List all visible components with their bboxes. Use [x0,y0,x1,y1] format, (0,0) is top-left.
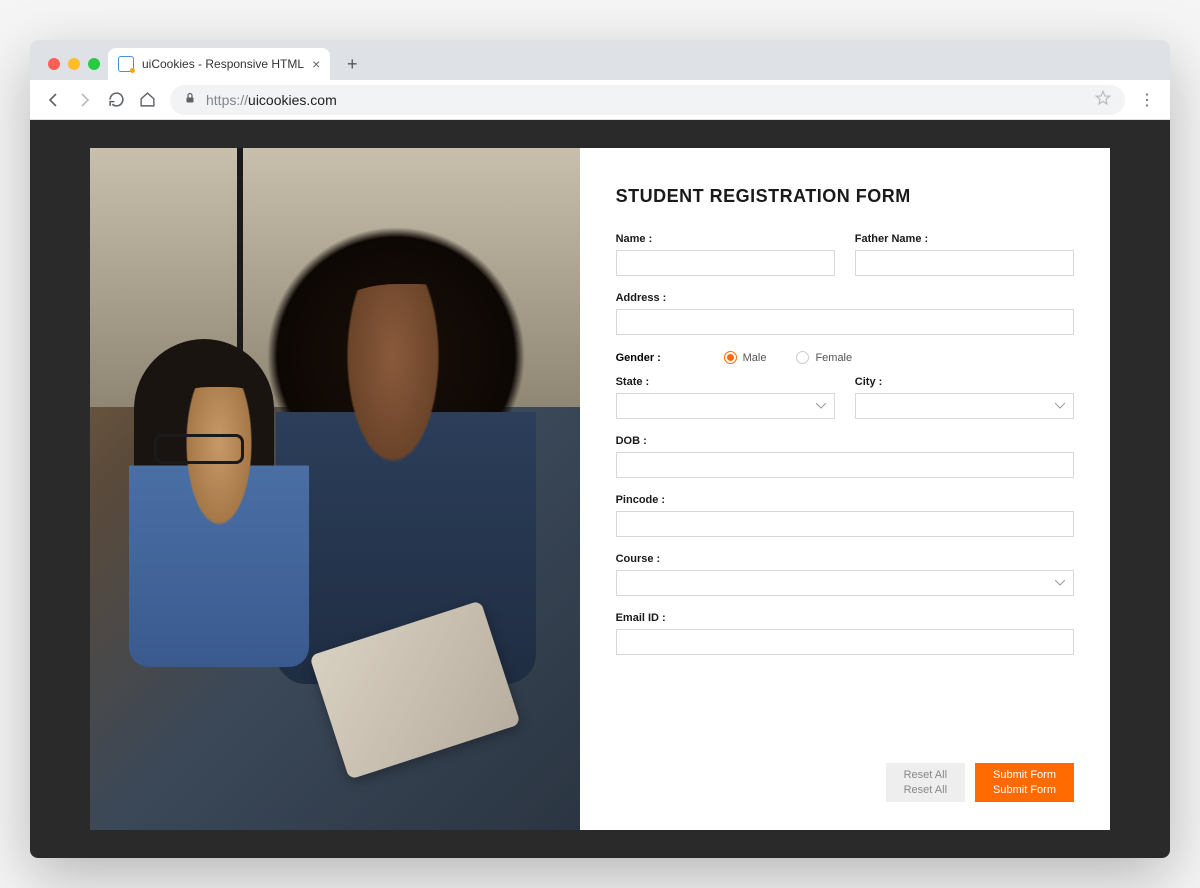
address-label: Address : [616,292,1074,304]
city-label: City : [855,376,1074,388]
hero-image [90,148,580,830]
window-close-button[interactable] [48,58,60,70]
submit-button[interactable]: Submit FormSubmit Form [975,763,1074,802]
dob-input[interactable] [616,452,1074,478]
home-button[interactable] [139,91,156,108]
url-input[interactable]: https://uicookies.com [170,85,1125,115]
name-label: Name : [616,233,835,245]
bookmark-star-icon[interactable] [1095,90,1111,109]
gender-female-label: Female [815,352,852,364]
state-select[interactable] [616,393,835,419]
gender-male-radio[interactable]: Male [724,351,767,364]
email-input[interactable] [616,629,1074,655]
form-panel: STUDENT REGISTRATION FORM Name : Father … [580,148,1110,830]
tab-title: uiCookies - Responsive HTML [142,57,304,71]
father-name-input[interactable] [855,250,1074,276]
page-viewport: STUDENT REGISTRATION FORM Name : Father … [30,120,1170,858]
window-controls [40,58,108,80]
gender-male-label: Male [743,352,767,364]
forward-button[interactable] [76,91,94,109]
course-label: Course : [616,553,1074,565]
reload-button[interactable] [108,91,125,108]
browser-menu-button[interactable]: ⋮ [1139,90,1156,110]
city-select[interactable] [855,393,1074,419]
reset-button[interactable]: Reset AllReset All [886,763,965,802]
window-maximize-button[interactable] [88,58,100,70]
form-title: STUDENT REGISTRATION FORM [616,186,1074,207]
back-button[interactable] [44,91,62,109]
pincode-input[interactable] [616,511,1074,537]
tab-favicon-icon [118,56,134,72]
radio-checked-icon [724,351,737,364]
gender-female-radio[interactable]: Female [796,351,852,364]
tab-bar: uiCookies - Responsive HTML × + [30,40,1170,80]
window-minimize-button[interactable] [68,58,80,70]
father-name-label: Father Name : [855,233,1074,245]
pincode-label: Pincode : [616,494,1074,506]
address-input[interactable] [616,309,1074,335]
address-bar: https://uicookies.com ⋮ [30,80,1170,120]
tab-close-icon[interactable]: × [312,56,320,72]
gender-label: Gender : [616,352,724,364]
url-text: https://uicookies.com [206,92,1085,108]
email-label: Email ID : [616,612,1074,624]
radio-unchecked-icon [796,351,809,364]
state-label: State : [616,376,835,388]
browser-tab[interactable]: uiCookies - Responsive HTML × [108,48,330,80]
dob-label: DOB : [616,435,1074,447]
name-input[interactable] [616,250,835,276]
registration-card: STUDENT REGISTRATION FORM Name : Father … [90,148,1110,830]
browser-window: uiCookies - Responsive HTML × + https://… [30,40,1170,858]
course-select[interactable] [616,570,1074,596]
new-tab-button[interactable]: + [338,50,366,78]
lock-icon [184,91,196,108]
